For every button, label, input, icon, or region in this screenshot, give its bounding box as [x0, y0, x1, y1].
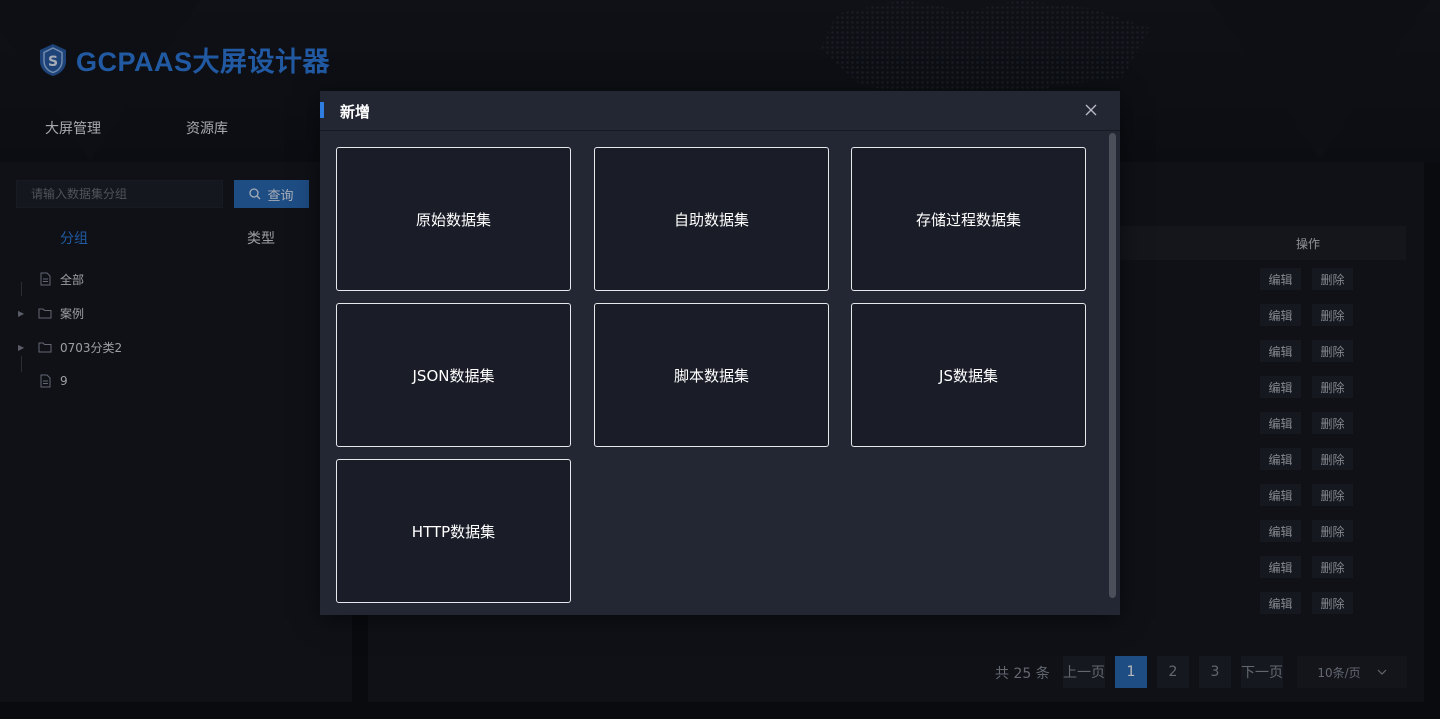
- card-raw-dataset[interactable]: 原始数据集: [336, 147, 571, 291]
- card-label: 脚本数据集: [673, 366, 749, 385]
- card-label: 自助数据集: [673, 210, 749, 229]
- card-label: HTTP数据集: [411, 522, 496, 541]
- card-stored-procedure-dataset[interactable]: 存储过程数据集: [851, 147, 1086, 291]
- card-json-dataset[interactable]: JSON数据集: [336, 303, 571, 447]
- dialog-title-accent: [320, 102, 324, 118]
- card-script-dataset[interactable]: 脚本数据集: [594, 303, 829, 447]
- dialog-title: 新增: [340, 103, 371, 121]
- card-custom-dataset[interactable]: 自助数据集: [594, 147, 829, 291]
- card-label: JS数据集: [939, 366, 998, 385]
- card-label: 存储过程数据集: [915, 210, 1021, 229]
- dialog-header: 新增: [320, 91, 1120, 131]
- card-http-dataset[interactable]: HTTP数据集: [336, 459, 571, 603]
- add-dataset-dialog: 新增 原始数据集 自助数据集 存储过程数据集 JSON数据集 脚本数据集 JS数…: [320, 91, 1120, 615]
- card-label: JSON数据集: [412, 366, 495, 385]
- close-icon[interactable]: [1084, 103, 1098, 117]
- card-label: 原始数据集: [415, 210, 491, 229]
- dialog-scrollbar-thumb[interactable]: [1109, 133, 1116, 598]
- card-js-dataset[interactable]: JS数据集: [851, 303, 1086, 447]
